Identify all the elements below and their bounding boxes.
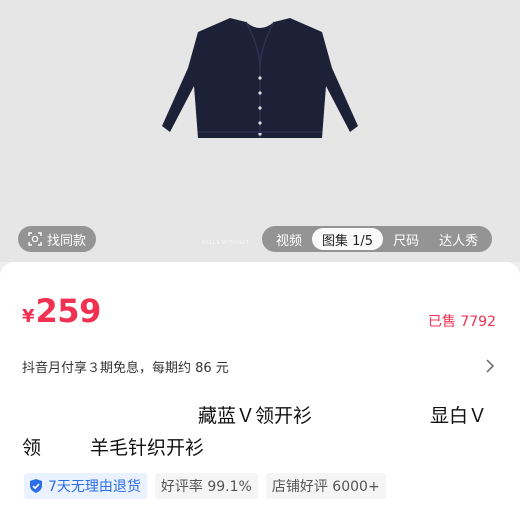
sold-count: 已售 7792 [427,314,496,330]
service-tags: 7天无理由退货 好评率 99.1% 店铺好评 6000+ [24,473,386,499]
price-amount: 259 [35,292,102,330]
product-title-line-2: 领 羊毛针织开衫 [0,433,520,459]
title-segment: 领 [22,437,42,459]
currency-symbol: ¥ [22,306,35,327]
product-image[interactable] [100,8,420,148]
gallery-tabs: 视频 图集 1/5 尺码 达人秀 [262,226,493,252]
store-rating-tag[interactable]: 店铺好评 6000+ [265,473,386,499]
installment-info[interactable]: 抖音月付享３期免息，每期约 86 元 [22,357,229,376]
tab-video[interactable]: 视频 [266,228,312,250]
return-policy-tag[interactable]: 7天无理由退货 [24,473,147,499]
chevron-right-icon[interactable] [484,359,496,373]
tab-gallery[interactable]: 图集 1/5 [312,228,384,250]
tab-influencer-show[interactable]: 达人秀 [429,228,488,250]
rating-tag[interactable]: 好评率 99.1% [154,473,258,499]
product-title-line-1: 藏蓝Ｖ领开衫 显白Ｖ [0,401,520,427]
find-similar-label: 找同款 [47,233,87,249]
shield-check-icon [30,479,42,493]
title-segment: 显白Ｖ [430,405,488,427]
scan-icon [28,232,42,246]
product-gallery[interactable]: 找同款 RELLS WITHOUT 视频 图集 1/5 尺码 达人秀 [0,0,520,262]
image-watermark: RELLS WITHOUT [202,240,250,246]
title-segment: 藏蓝Ｖ领开衫 [198,405,313,427]
find-similar-button[interactable]: 找同款 [18,226,97,252]
title-segment: 羊毛针织开衫 [90,437,205,459]
return-policy-label: 7天无理由退货 [48,479,141,495]
tab-size[interactable]: 尺码 [383,228,429,250]
product-price: ¥ 259 [22,292,101,330]
